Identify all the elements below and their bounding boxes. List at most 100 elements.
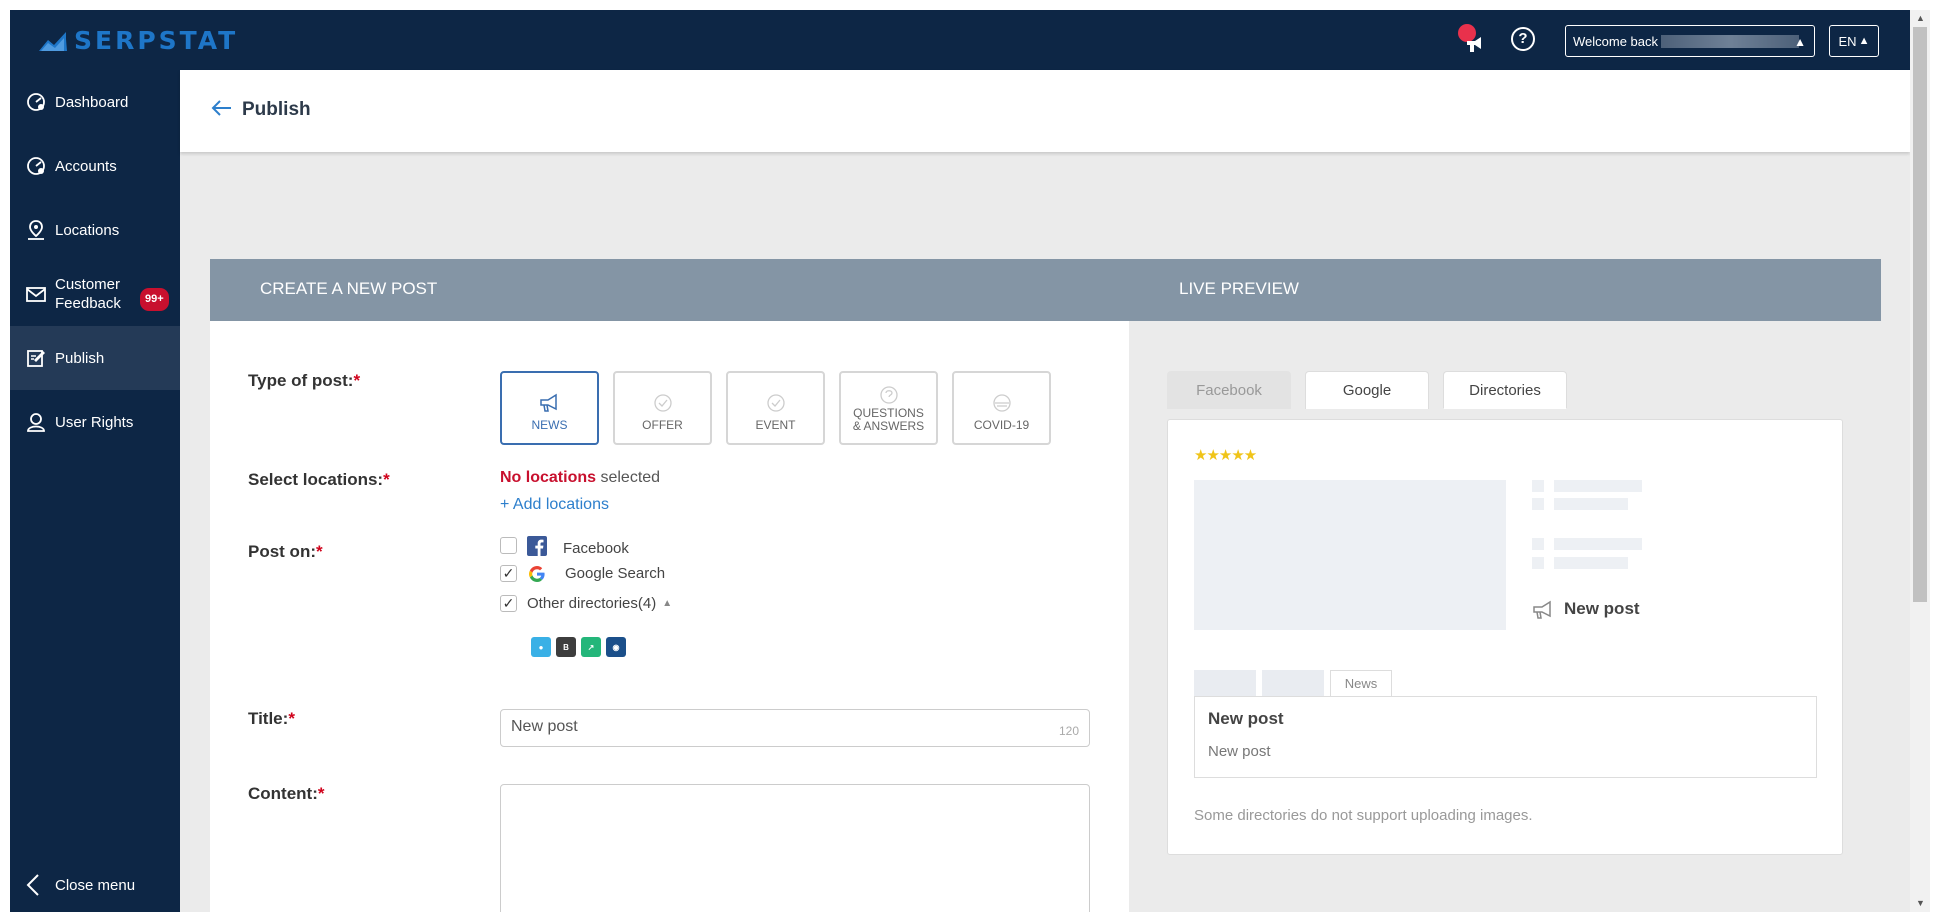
megaphone-icon [1467, 37, 1481, 52]
live-preview-panel: Facebook Google Directories ★★★★★ New po… [1129, 321, 1881, 912]
other-directories-checkbox[interactable]: ✓ [500, 595, 517, 612]
logo-mark-icon [39, 31, 67, 51]
facebook-checkbox[interactable] [500, 537, 517, 554]
language-selector[interactable]: EN ▲ [1829, 25, 1879, 57]
content-label: Content:* [248, 784, 325, 803]
preview-post-title: New post [1564, 599, 1640, 618]
notifications-button[interactable] [1458, 24, 1488, 56]
account-dropdown[interactable]: Welcome back ▲ [1565, 25, 1815, 57]
type-event-button[interactable]: EVENT [726, 371, 825, 445]
scroll-down-icon[interactable]: ▼ [1916, 898, 1925, 908]
type-label: COVID-19 [973, 417, 1030, 432]
sidebar-item-accounts[interactable]: Accounts [10, 134, 180, 198]
type-label: QUESTIONS & ANSWERS [852, 406, 925, 433]
type-questions-answers-button[interactable]: QUESTIONS & ANSWERS [839, 371, 938, 445]
post-on-google[interactable]: ✓ Google Search [500, 565, 665, 582]
question-circle-icon [879, 386, 898, 404]
post-on-label-text: Google Search [565, 565, 666, 582]
text-placeholder [1554, 480, 1642, 492]
sidebar-item-dashboard[interactable]: Dashboard [10, 70, 180, 134]
preview-box-title: New post [1208, 709, 1284, 728]
type-covid-button[interactable]: COVID-19 [952, 371, 1051, 445]
type-offer-button[interactable]: OFFER [613, 371, 712, 445]
directory-logo-icon: B [556, 637, 576, 657]
welcome-text: Welcome back [1573, 33, 1659, 49]
logo-text: SERPSTAT [74, 26, 239, 55]
type-label: NEWS [531, 417, 568, 432]
preview-tabs: Facebook Google Directories [1167, 371, 1567, 409]
chevron-left-icon [26, 874, 39, 896]
news-tab: News [1330, 670, 1392, 696]
help-button[interactable]: ? [1511, 27, 1535, 51]
sidebar-item-locations[interactable]: Locations [10, 198, 180, 262]
facebook-icon [527, 535, 547, 556]
placeholder-tab [1194, 670, 1256, 696]
post-type-selector: NEWS OFFER EVENT QUESTIONS & ANSWERS COV… [500, 371, 1051, 445]
type-news-button[interactable]: NEWS [500, 371, 599, 445]
post-on-other-directories[interactable]: ✓ Other directories(4) ▲ [500, 595, 672, 612]
create-post-title: CREATE A NEW POST [260, 279, 438, 298]
sidebar-item-label: Accounts [55, 157, 117, 175]
feedback-count-badge: 99+ [140, 288, 169, 311]
preview-box-content: New post [1208, 743, 1271, 760]
arrow-left-icon[interactable] [210, 96, 234, 120]
caret-up-icon: ▲ [1794, 35, 1806, 49]
sidebar-item-publish[interactable]: Publish [10, 326, 180, 390]
type-of-post-label: Type of post:* [248, 371, 361, 390]
content-textarea[interactable] [500, 784, 1090, 912]
post-on-label-text: Other directories(4) [527, 595, 657, 612]
text-placeholder [1532, 498, 1544, 510]
page-title: Publish [242, 99, 311, 120]
envelope-icon [26, 287, 46, 302]
preview-card: ★★★★★ New post News New post New post So… [1167, 419, 1843, 855]
check-circle-icon [653, 393, 672, 412]
user-icon [27, 413, 45, 432]
image-placeholder [1194, 480, 1506, 630]
sidebar: Dashboard Accounts Locations Customer Fe… [10, 70, 180, 912]
preview-post-box: New post New post [1194, 696, 1817, 778]
serpstat-logo[interactable]: SERPSTAT [38, 26, 238, 55]
vertical-scrollbar[interactable]: ▲ ▼ [1910, 10, 1930, 912]
directory-logo-icon: ● [531, 637, 551, 657]
mask-icon [992, 393, 1011, 412]
title-input[interactable]: New post 120 [500, 709, 1090, 747]
caret-up-icon[interactable]: ▲ [662, 598, 672, 609]
tab-directories[interactable]: Directories [1443, 371, 1567, 409]
sidebar-item-user-rights[interactable]: User Rights [10, 390, 180, 454]
close-menu-button[interactable]: Close menu [10, 858, 180, 912]
sidebar-item-label: Customer Feedback [55, 276, 121, 312]
selected-text: selected [600, 469, 661, 486]
tab-google[interactable]: Google [1305, 371, 1429, 409]
panel-header: CREATE A NEW POST LIVE PREVIEW [210, 259, 1881, 321]
add-locations-link[interactable]: + Add locations [500, 496, 609, 514]
directory-logo-icon: ↗ [581, 637, 601, 657]
post-on-facebook[interactable]: Facebook [500, 534, 629, 557]
post-on-label-text: Facebook [563, 540, 629, 557]
language-label: EN [1838, 33, 1857, 49]
sidebar-item-label: Dashboard [55, 93, 129, 111]
text-placeholder [1554, 498, 1628, 510]
sidebar-item-label: User Rights [55, 413, 134, 431]
images-unsupported-note: Some directories do not support uploadin… [1194, 807, 1533, 824]
app-window: SERPSTAT ? Welcome back ▲ EN ▲ Dashboard… [10, 10, 1930, 912]
locations-status: No locations selected [500, 469, 660, 487]
text-placeholder [1532, 480, 1544, 492]
title-value: New post [511, 718, 578, 735]
directory-icons: ● B ↗ ◉ [531, 637, 626, 657]
caret-up-icon: ▲ [1858, 35, 1870, 47]
dashboard-icon [27, 93, 45, 111]
scroll-up-icon[interactable]: ▲ [1916, 13, 1925, 23]
text-placeholder [1554, 557, 1628, 569]
select-locations-label: Select locations:* [248, 470, 390, 489]
scrollbar-thumb[interactable] [1913, 27, 1927, 602]
no-locations-text: No locations [500, 469, 597, 486]
close-menu-label: Close menu [55, 876, 136, 894]
title-label: Title:* [248, 709, 295, 728]
text-placeholder [1554, 538, 1642, 550]
tab-facebook[interactable]: Facebook [1167, 371, 1291, 409]
accounts-icon [27, 157, 45, 175]
sidebar-item-customer-feedback[interactable]: Customer Feedback 99+ [10, 262, 180, 326]
google-checkbox[interactable]: ✓ [500, 565, 517, 582]
globe-icon: ◉ [606, 637, 626, 657]
preview-inner-tabs: News [1194, 670, 1392, 696]
